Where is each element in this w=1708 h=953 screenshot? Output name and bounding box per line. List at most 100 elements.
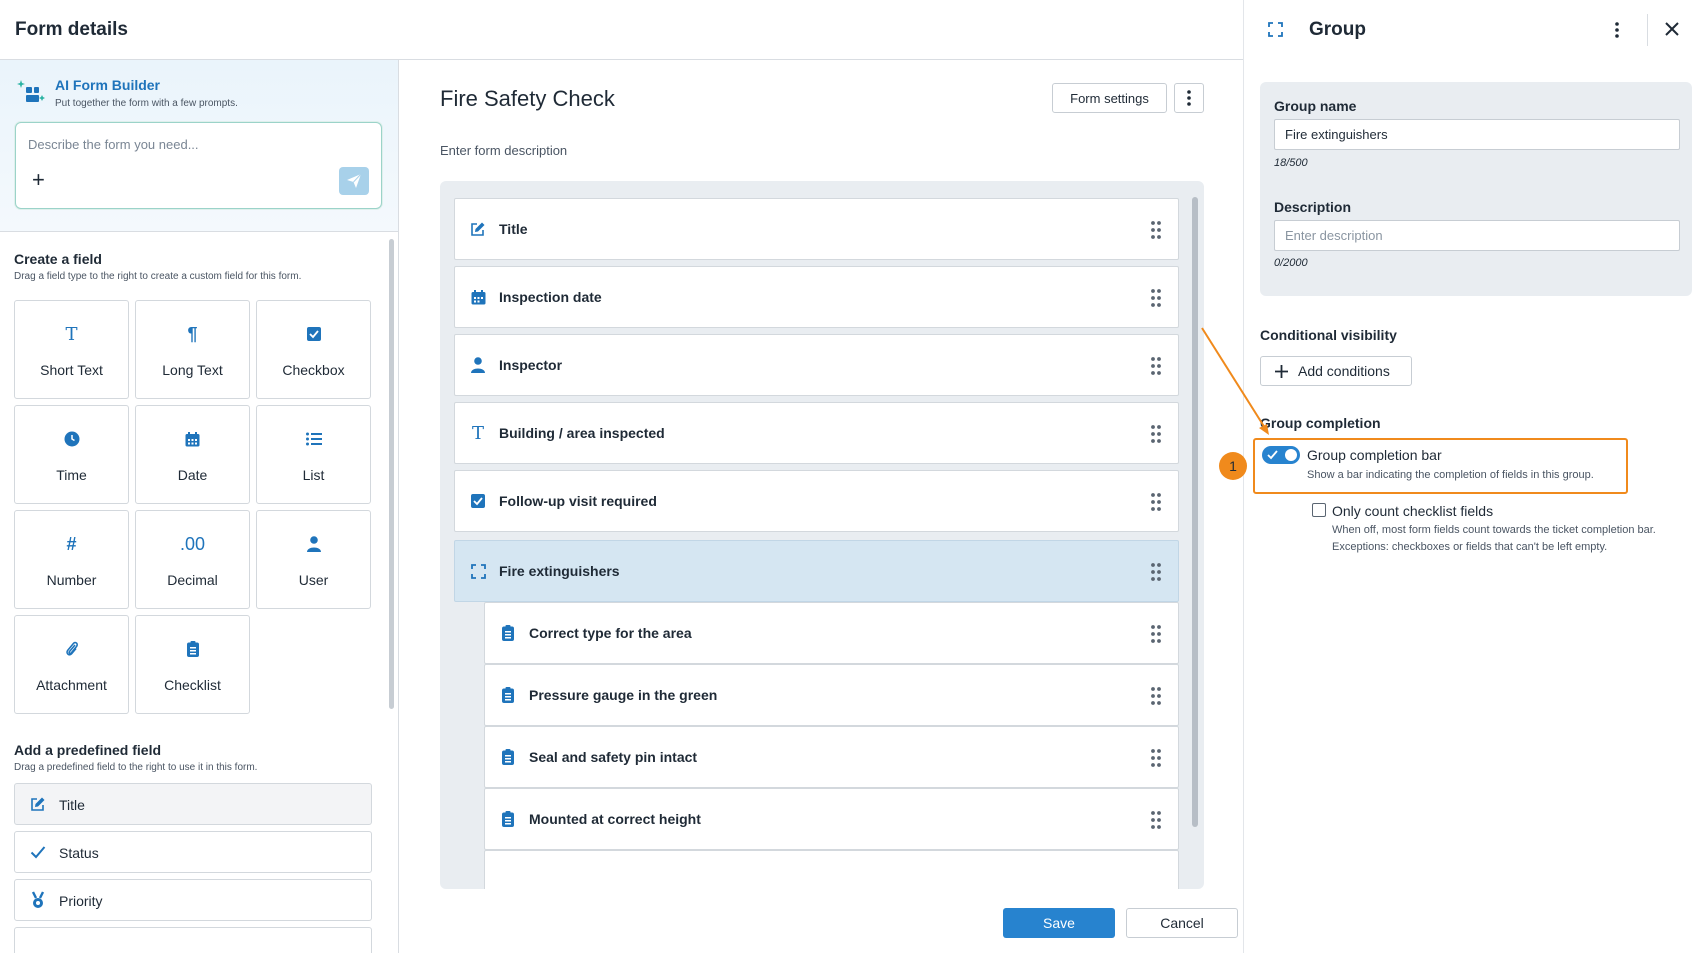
- more-vertical-icon[interactable]: [1614, 21, 1620, 39]
- field-type-checkbox[interactable]: Checkbox: [256, 300, 371, 399]
- calendar-icon: [469, 288, 487, 306]
- callout-badge: 1: [1219, 452, 1247, 480]
- drag-handle-icon[interactable]: [1150, 356, 1162, 376]
- field-type-label: Long Text: [162, 362, 223, 378]
- left-panel: AI Form Builder Put together the form wi…: [0, 60, 399, 953]
- toggle-knob: [1285, 449, 1297, 461]
- scrollbar[interactable]: [389, 239, 394, 709]
- predefined-field-subtitle: Drag a predefined field to the right to …: [14, 762, 258, 773]
- send-icon: [347, 173, 362, 188]
- create-field-subtitle: Drag a field type to the right to create…: [14, 271, 302, 282]
- save-button[interactable]: Save: [1003, 908, 1115, 938]
- predefined-field-priority-item[interactable]: Priority: [14, 879, 372, 921]
- drag-handle-icon[interactable]: [1150, 748, 1162, 768]
- form-field-row[interactable]: Correct type for the area: [484, 602, 1179, 664]
- paperclip-icon: [15, 638, 128, 660]
- predefined-field-partial-item[interactable]: [14, 927, 372, 953]
- paragraph-icon: ¶: [187, 323, 198, 344]
- priority-icon: [29, 891, 47, 909]
- group-name-label: Group name: [1274, 98, 1357, 114]
- add-conditions-button[interactable]: Add conditions: [1260, 356, 1412, 386]
- drag-handle-icon[interactable]: [1150, 810, 1162, 830]
- form-group-row-selected[interactable]: Fire extinguishers: [454, 540, 1179, 602]
- text-icon: T: [65, 323, 78, 345]
- checkbox-icon: [469, 492, 487, 510]
- field-type-attachment[interactable]: Attachment: [14, 615, 129, 714]
- form-field-row[interactable]: T Building / area inspected: [454, 402, 1179, 464]
- scrollbar[interactable]: [1192, 197, 1198, 827]
- form-field-row[interactable]: Inspection date: [454, 266, 1179, 328]
- drag-handle-icon[interactable]: [1150, 220, 1162, 240]
- predefined-field-label: Title: [59, 797, 85, 813]
- only-checklist-label: Only count checklist fields: [1332, 503, 1494, 519]
- drag-handle-icon[interactable]: [1150, 424, 1162, 444]
- send-button[interactable]: [339, 167, 369, 195]
- edit-icon: [469, 220, 487, 238]
- form-field-label: Fire extinguishers: [499, 563, 620, 579]
- predefined-field-title: Add a predefined field: [14, 742, 162, 758]
- text-icon: T: [471, 422, 484, 444]
- drag-handle-icon[interactable]: [1150, 492, 1162, 512]
- only-checklist-checkbox[interactable]: [1312, 503, 1326, 517]
- form-field-label: Building / area inspected: [499, 425, 665, 441]
- field-type-label: Short Text: [40, 362, 103, 378]
- field-type-time[interactable]: Time: [14, 405, 129, 504]
- group-name-counter: 18/500: [1274, 157, 1308, 169]
- checklist-icon: [499, 748, 517, 766]
- form-field-row-partial[interactable]: [484, 850, 1179, 889]
- close-icon[interactable]: [1665, 22, 1679, 36]
- form-field-label: Correct type for the area: [529, 625, 692, 641]
- predefined-field-status-item[interactable]: Status: [14, 831, 372, 873]
- description-input[interactable]: [1274, 220, 1680, 251]
- field-type-label: Number: [46, 572, 97, 588]
- edit-icon: [29, 795, 47, 813]
- clock-icon: [15, 428, 128, 450]
- group-name-input[interactable]: [1274, 119, 1680, 150]
- cancel-button[interactable]: Cancel: [1126, 908, 1238, 938]
- field-type-checklist[interactable]: Checklist: [135, 615, 250, 714]
- create-field-title: Create a field: [14, 251, 102, 267]
- form-field-row[interactable]: Title: [454, 198, 1179, 260]
- checklist-icon: [136, 638, 249, 660]
- drag-handle-icon[interactable]: [1150, 288, 1162, 308]
- drag-handle-icon[interactable]: [1150, 624, 1162, 644]
- user-icon: [469, 356, 487, 374]
- form-title: Fire Safety Check: [440, 86, 615, 111]
- group-completion-bar-description: Show a bar indicating the completion of …: [1307, 469, 1594, 481]
- add-conditions-label: Add conditions: [1298, 363, 1390, 379]
- drag-handle-icon[interactable]: [1150, 562, 1162, 582]
- decimal-icon: .00: [179, 533, 206, 554]
- checklist-icon: [499, 686, 517, 704]
- form-field-label: Title: [499, 221, 528, 237]
- field-type-label: List: [302, 467, 325, 483]
- form-field-row[interactable]: Follow-up visit required: [454, 470, 1179, 532]
- group-completion-toggle[interactable]: [1262, 446, 1300, 464]
- field-type-decimal[interactable]: .00 Decimal: [135, 510, 250, 609]
- field-type-date[interactable]: Date: [135, 405, 250, 504]
- plus-icon[interactable]: +: [32, 169, 45, 191]
- predefined-field-title-item[interactable]: Title: [14, 783, 372, 825]
- group-settings-panel: Group Group name 18/500 Description 0/20…: [1201, 0, 1708, 953]
- field-type-label: Date: [177, 467, 208, 483]
- ai-prompt-input[interactable]: [28, 137, 348, 152]
- ai-form-builder: AI Form Builder Put together the form wi…: [0, 60, 398, 232]
- field-type-long-text[interactable]: ¶ Long Text: [135, 300, 250, 399]
- field-type-label: User: [298, 572, 329, 588]
- form-more-button[interactable]: [1174, 83, 1204, 113]
- form-field-row[interactable]: Pressure gauge in the green: [484, 664, 1179, 726]
- user-icon: [257, 533, 370, 555]
- form-field-row[interactable]: Seal and safety pin intact: [484, 726, 1179, 788]
- form-editor: Fire Safety Check Form settings Enter fo…: [400, 60, 1243, 953]
- form-field-row[interactable]: Mounted at correct height: [484, 788, 1179, 850]
- hash-icon: #: [66, 533, 77, 554]
- form-field-label: Pressure gauge in the green: [529, 687, 718, 703]
- form-field-row[interactable]: Inspector: [454, 334, 1179, 396]
- field-type-list[interactable]: List: [256, 405, 371, 504]
- drag-handle-icon[interactable]: [1150, 686, 1162, 706]
- field-type-user[interactable]: User: [256, 510, 371, 609]
- form-field-label: Seal and safety pin intact: [529, 749, 698, 765]
- form-settings-button[interactable]: Form settings: [1052, 83, 1167, 113]
- form-description[interactable]: Enter form description: [440, 143, 567, 158]
- field-type-short-text[interactable]: T Short Text: [14, 300, 129, 399]
- field-type-number[interactable]: # Number: [14, 510, 129, 609]
